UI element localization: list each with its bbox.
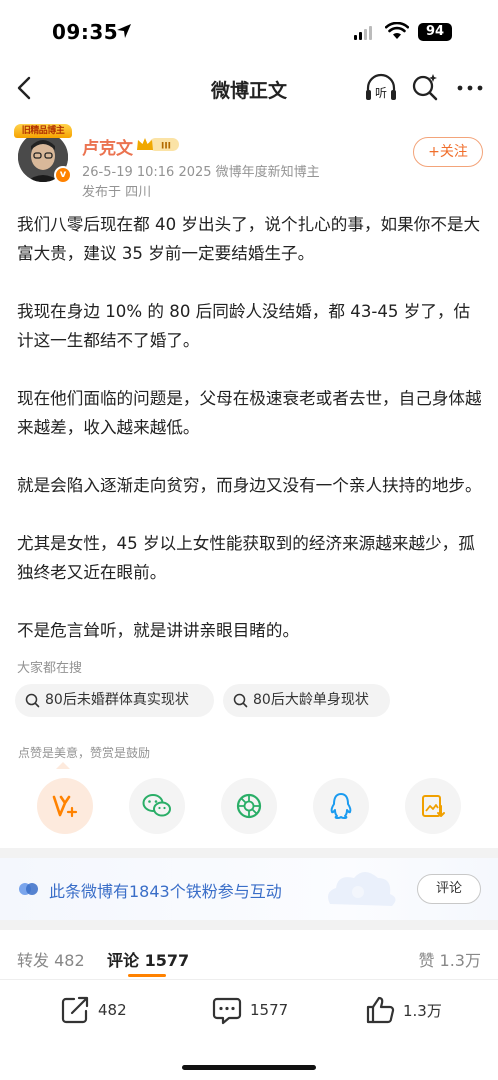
tabs: 转发 482 评论 1577 赞 1.3万 — [0, 930, 498, 980]
repost-button[interactable]: 482 — [60, 994, 127, 1026]
location-arrow-icon — [117, 24, 131, 38]
ai-search-icon[interactable] — [410, 72, 440, 102]
like-count: 1.3万 — [403, 1001, 442, 1020]
avatar[interactable]: 旧精品博主 v — [14, 124, 72, 186]
status-time: 09:35 — [52, 20, 119, 44]
tab-repost[interactable]: 转发 482 — [17, 947, 85, 971]
reward-v-icon[interactable] — [37, 778, 93, 834]
fans-interaction-text: 此条微博有1843个铁粉参与互动 — [49, 882, 282, 901]
tab-like[interactable]: 赞 1.3万 — [418, 947, 481, 971]
divider — [0, 848, 498, 858]
repost-icon — [61, 996, 89, 1024]
home-indicator[interactable] — [182, 1065, 316, 1070]
share-row — [0, 778, 498, 834]
wechat-icon[interactable] — [129, 778, 185, 834]
moments-icon[interactable] — [221, 778, 277, 834]
author-name[interactable]: 卢克文 — [82, 134, 133, 159]
fans-icon — [19, 883, 38, 895]
post-paragraph: 就是会陷入逐渐走向贫穷，而身边又没有一个亲人扶持的地步。 — [17, 476, 482, 495]
crown-level-badge-icon[interactable]: III — [135, 135, 181, 153]
comment-icon — [212, 997, 242, 1025]
post-location: 发布于 四川 — [82, 185, 152, 200]
qq-icon[interactable] — [313, 778, 369, 834]
badge-level: III — [161, 142, 171, 152]
action-bar: 482 1577 1.3万 — [0, 982, 498, 1038]
tab-comment[interactable]: 评论 1577 — [107, 947, 189, 971]
search-icon — [25, 693, 40, 708]
trending-search-heading: 大家都在搜 — [17, 661, 83, 676]
post-paragraph: 我们八零后现在都 40 岁出头了，说个扎心的事，如果你不是大富大贵，建议 35 … — [17, 215, 481, 263]
listen-headphones-icon[interactable]: 听 — [364, 72, 398, 104]
reward-hint: 点赞是美意，赞赏是鼓励 — [18, 746, 151, 760]
fans-comment-button[interactable]: 评论 — [417, 874, 481, 904]
follow-button[interactable]: +关注 — [413, 137, 483, 167]
more-dots-icon[interactable] — [455, 74, 485, 102]
search-chip[interactable]: 80后未婚群体真实现状 — [15, 684, 214, 717]
signal-icon — [354, 26, 372, 40]
thumbs-up-icon — [366, 996, 395, 1024]
search-chip-label: 80后未婚群体真实现状 — [45, 692, 189, 708]
divider — [0, 920, 498, 930]
save-image-icon[interactable] — [405, 778, 461, 834]
active-tab-indicator — [128, 974, 166, 977]
battery-icon: 94 — [418, 23, 452, 41]
post-paragraph: 现在他们面临的问题是，父母在极速衰老或者去世，自己身体越来越差，收入越来越低。 — [17, 389, 482, 437]
post-body: 我们八零后现在都 40 岁出头了，说个扎心的事，如果你不是大富大贵，建议 35 … — [17, 210, 485, 674]
author-header: 旧精品博主 v 卢克文 III 26-5-19 10:16 2025 微博年度新… — [0, 124, 498, 204]
status-bar: 09:35 94 — [0, 0, 498, 62]
fans-interaction-banner[interactable]: 此条微博有1843个铁粉参与互动 评论 — [0, 858, 498, 920]
listen-label: 听 — [375, 86, 387, 100]
reward-caret — [56, 762, 70, 769]
search-chip-label: 80后大龄单身现状 — [253, 692, 369, 708]
like-button[interactable]: 1.3万 — [365, 994, 442, 1026]
search-icon — [233, 693, 248, 708]
post-paragraph: 尤其是女性，45 岁以上女性能获取到的经济来源越来越少，孤独终老又近在眼前。 — [17, 534, 475, 582]
post-paragraph: 我现在身边 10% 的 80 后同龄人没结婚，都 43-45 岁了，估计这一生都… — [17, 302, 471, 350]
repost-count: 482 — [98, 1001, 127, 1019]
avatar-banner: 旧精品博主 — [14, 124, 72, 138]
nav-bar: 微博正文 听 — [0, 62, 498, 114]
comment-button[interactable]: 1577 — [212, 994, 288, 1026]
post-paragraph: 不是危言耸听，就是讲讲亲眼目睹的。 — [17, 621, 300, 640]
cloud-decoration-icon — [328, 872, 396, 906]
comment-count: 1577 — [250, 1001, 289, 1019]
search-chip[interactable]: 80后大龄单身现状 — [223, 684, 390, 717]
verified-v-icon: v — [54, 166, 72, 184]
post-meta: 26-5-19 10:16 2025 微博年度新知博主 — [82, 165, 320, 180]
wifi-icon — [385, 22, 409, 39]
